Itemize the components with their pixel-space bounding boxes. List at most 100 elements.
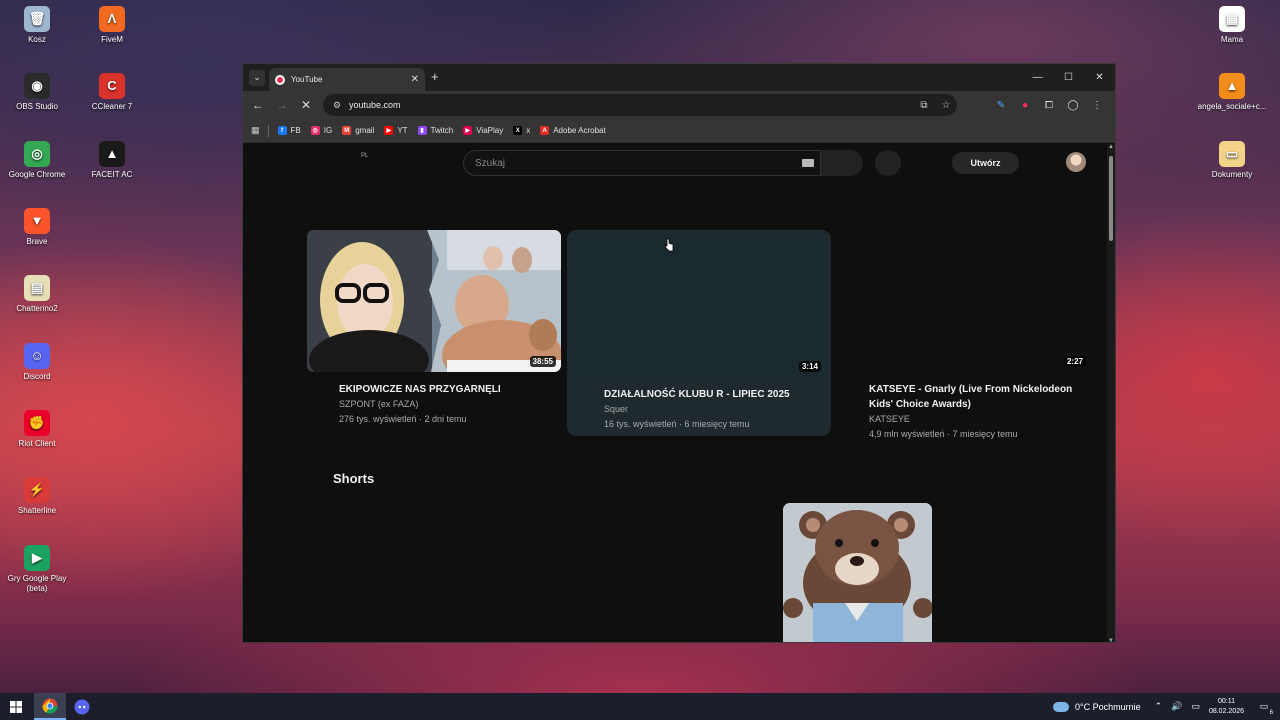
desktop-shortcut[interactable]: C CCleaner 7 [74, 73, 150, 112]
keyboard-icon[interactable] [802, 159, 814, 167]
extensions-puzzle-icon[interactable]: ⧠ [1037, 100, 1061, 111]
bookmark-label: Adobe Acrobat [553, 126, 606, 135]
bookmark-twitch[interactable]: ▮ Twitch [417, 126, 453, 135]
video-channel[interactable]: KATSEYE [837, 412, 1091, 427]
minimize-icon[interactable]: — [1022, 64, 1053, 91]
scroll-up-icon[interactable]: ▲ [1107, 144, 1115, 150]
desktop-shortcut-label: Gry Google Play (beta) [7, 574, 67, 593]
clock[interactable]: 00:11 08.02.2026 [1209, 697, 1244, 717]
video-meta: 4,9 mln wyświetleń · 7 miesięcy temu [869, 429, 1018, 439]
video-title[interactable]: DZIAŁALNOŚĆ KLUBU R - LIPIEC 2025 [567, 387, 831, 402]
adblock-extension-icon[interactable]: ● [1013, 100, 1037, 111]
video-card[interactable]: 38:55 EKIPOWICZE NAS PRZYGARNĘLI SZPONT … [307, 230, 561, 427]
brave-icon: ▼ [24, 208, 50, 234]
desktop-shortcut-label: FACEIT AC [91, 170, 133, 179]
bookmark-ig[interactable]: ◎ IG [310, 126, 332, 135]
url-text[interactable]: youtube.com [349, 100, 913, 110]
desktop-shortcut[interactable]: ▤ Chatterino2 [0, 275, 75, 314]
weather-widget[interactable]: 0°C Pochmurnie [1053, 701, 1141, 712]
bookmark-adobe-acrobat[interactable]: A Adobe Acrobat [540, 126, 606, 135]
video-thumbnail[interactable]: 3:14 [572, 235, 826, 377]
bookmark-x[interactable]: Xx [513, 126, 530, 135]
bookmark-gmail[interactable]: Mgmail [342, 126, 374, 135]
scrollbar-thumb[interactable] [1109, 156, 1113, 241]
desktop-shortcut[interactable]: ✊ Riot Client [0, 410, 75, 449]
volume-icon[interactable]: 🔊 [1171, 701, 1182, 712]
video-duration: 2:27 [1063, 356, 1086, 367]
bookmark-label: FB [290, 126, 301, 135]
desktop-shortcut-label: angela_sociale+c... [1197, 102, 1267, 111]
tab-close-icon[interactable]: ✕ [411, 74, 419, 85]
pdf-file-icon: ▦ [1219, 6, 1245, 32]
desktop-shortcut[interactable]: ◉ OBS Studio [0, 73, 75, 112]
apps-grid-icon[interactable]: ▦ [251, 125, 260, 136]
desktop-shortcut[interactable]: ▶ Gry Google Play (beta) [0, 545, 75, 594]
page-scrollbar[interactable]: ▲ ▼ [1107, 144, 1115, 642]
video-card[interactable]: 3:14 DZIAŁALNOŚĆ KLUBU R - LIPIEC 2025 S… [567, 230, 831, 436]
desktop-shortcut[interactable]: 🗑 Kosz [0, 6, 75, 45]
system-tray: 0°C Pochmurnie ⌃ 🔊 ▭ 00:11 08.02.2026 ▭ … [1053, 693, 1280, 720]
maximize-icon[interactable]: ☐ [1053, 64, 1084, 91]
youtube-favicon-icon [275, 74, 285, 85]
tab-youtube[interactable]: YouTube ✕ [269, 68, 425, 91]
create-button[interactable]: Utwórz [952, 152, 1019, 174]
video-title[interactable]: EKIPOWICZE NAS PRZYGARNĘLI [307, 382, 561, 397]
video-channel[interactable]: SZPONT (ex FAZA) [307, 397, 561, 412]
facebook-icon: f [277, 126, 287, 135]
close-window-icon[interactable]: ✕ [1084, 64, 1115, 91]
desktop-shortcut[interactable]: Λ FiveM [74, 6, 150, 45]
bookmark-yt[interactable]: ▶ YT [384, 126, 408, 135]
desktop-shortcut[interactable]: ▲ angela_sociale+c... [1194, 73, 1270, 112]
voice-search-button[interactable] [875, 150, 901, 176]
ccleaner-icon: C [99, 73, 125, 99]
site-settings-icon[interactable]: ⚙ [329, 100, 345, 111]
menu-dots-icon[interactable]: ⋮ [1085, 100, 1109, 111]
back-icon[interactable]: ← [246, 98, 270, 112]
country-code: PL [361, 153, 369, 159]
viaplay-icon: ▶ [463, 126, 473, 135]
desktop-shortcut-label: Mama [1220, 35, 1244, 44]
stop-loading-icon[interactable]: ✕ [294, 98, 318, 112]
bookmark-star-icon[interactable]: ☆ [935, 100, 957, 111]
bookmark-fb[interactable]: f FB [277, 126, 301, 135]
install-app-icon[interactable]: ⧉ [913, 100, 935, 111]
video-card[interactable]: 2:27 KATSEYE - Gnarly (Live From Nickelo… [837, 230, 1091, 442]
video-channel[interactable]: Squer [567, 402, 831, 417]
notifications-icon[interactable]: ▭ 6 [1254, 698, 1274, 716]
desktop-shortcut[interactable]: ⚡ Shatterline [0, 477, 75, 516]
clock-date: 08.02.2026 [1208, 707, 1244, 715]
clock-time: 00:11 [1217, 697, 1235, 705]
desktop-shortcut[interactable]: ▦ Mama [1194, 6, 1270, 45]
network-icon[interactable]: ▭ [1191, 701, 1200, 712]
bookmark-viaplay[interactable]: ▶ ViaPlay [463, 126, 503, 135]
desktop-shortcut[interactable]: ▼ Brave [0, 208, 75, 247]
search-input[interactable]: Szukaj [463, 150, 821, 176]
avatar[interactable] [1066, 152, 1086, 172]
obs-icon: ◉ [24, 73, 50, 99]
desktop-shortcut-label: FiveM [101, 35, 123, 44]
windows-start-icon[interactable] [0, 693, 32, 720]
desktop-shortcut[interactable]: ▭ Dokumenty [1194, 141, 1270, 180]
tab-search-button[interactable]: ⌄ [249, 69, 265, 86]
desktop-shortcut[interactable]: ☺ Discord [0, 343, 75, 382]
video-thumbnail[interactable]: 38:55 [307, 230, 561, 372]
desktop-shortcut-label: Shatterline [17, 506, 57, 515]
chevron-up-icon[interactable]: ⌃ [1155, 701, 1163, 712]
short-thumbnail[interactable] [783, 503, 932, 642]
recycle-bin-icon: 🗑 [24, 6, 50, 32]
profile-icon[interactable]: ◯ [1061, 100, 1085, 111]
taskbar-discord-icon[interactable] [66, 693, 98, 720]
video-title[interactable]: KATSEYE - Gnarly (Live From Nickelodeon … [837, 382, 1091, 412]
desktop-shortcut-label: Brave [26, 237, 48, 246]
forward-icon[interactable]: → [270, 98, 294, 112]
desktop-shortcut[interactable]: ▲ FACEIT AC [74, 141, 150, 180]
desktop-shortcut[interactable]: ◎ Google Chrome [0, 141, 75, 180]
search-button[interactable] [821, 150, 863, 176]
new-tab-button[interactable]: + [431, 69, 439, 84]
video-thumbnail[interactable]: 2:27 [837, 230, 1091, 372]
scroll-down-icon[interactable]: ▼ [1107, 638, 1115, 642]
taskbar-chrome-icon[interactable] [34, 693, 66, 720]
translate-extension-icon[interactable]: ✎ [989, 100, 1013, 111]
address-bar[interactable]: ⚙ youtube.com ⧉ ☆ [323, 94, 957, 116]
vlc-icon: ▲ [1219, 73, 1245, 99]
